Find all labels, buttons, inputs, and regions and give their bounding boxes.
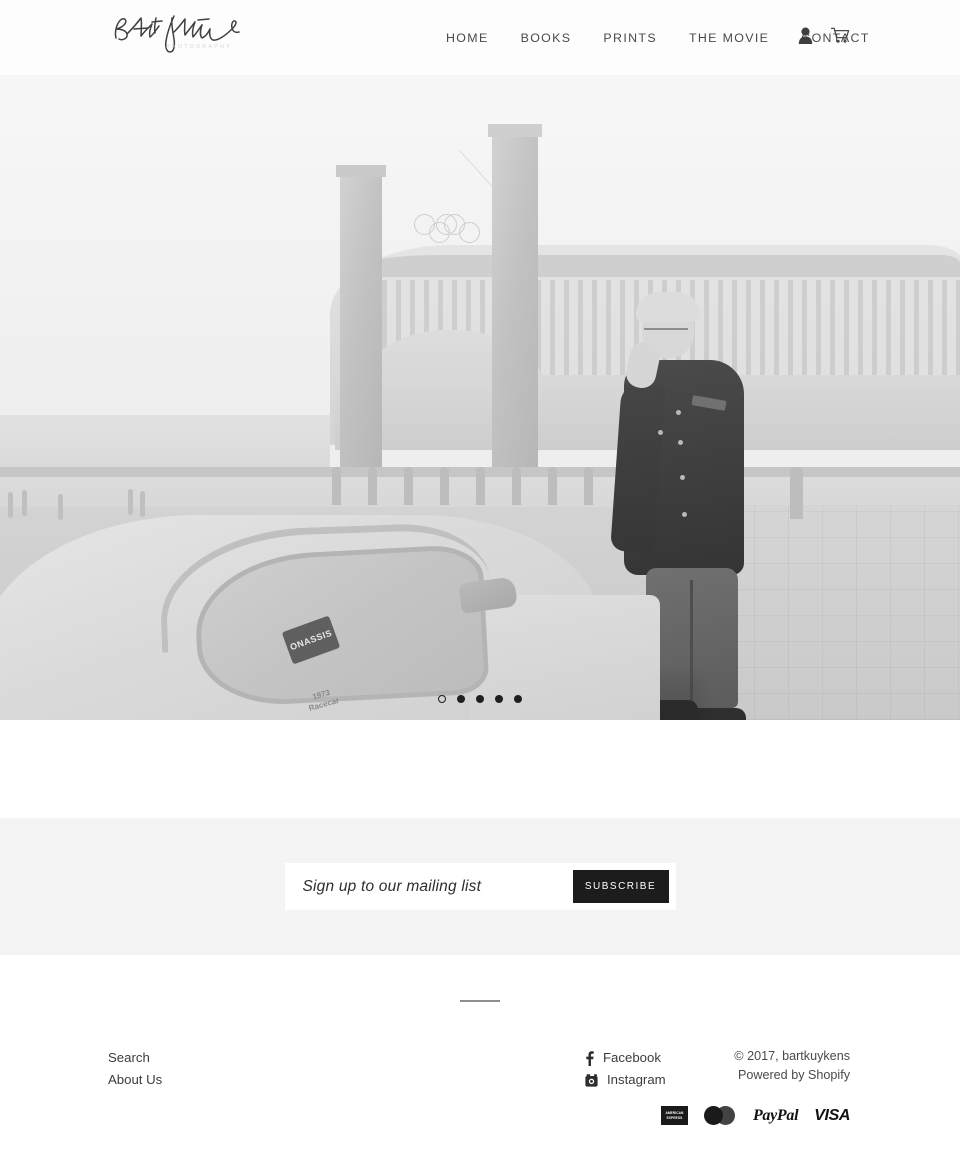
facebook-icon (585, 1050, 594, 1066)
cart-glyph (830, 27, 850, 43)
person-glyph (798, 27, 813, 44)
hero-pillar-right (488, 124, 542, 473)
nav-item-books[interactable]: BOOKS (505, 31, 588, 45)
newsletter-form: SUBSCRIBE (284, 863, 676, 910)
nav-item-prints[interactable]: PRINTS (587, 31, 673, 45)
footer-link-about-us[interactable]: About Us (108, 1069, 330, 1091)
hero-slideshow[interactable]: ONASSIS 1973 Racecar (0, 75, 960, 720)
mastercard-icon (703, 1105, 737, 1126)
footer-social-column: Facebook Instagram (330, 1047, 666, 1091)
social-link-instagram[interactable]: Instagram (585, 1069, 666, 1091)
hero-pillar-left (336, 165, 386, 473)
content-spacer (0, 720, 960, 818)
payment-methods: AMERICAN EXPRESS PayPal VISA (660, 1105, 850, 1126)
hero-bollards (0, 467, 960, 519)
footer-links-column: Search About Us (0, 1047, 330, 1091)
hero-photograph: ONASSIS 1973 Racecar (0, 75, 960, 720)
footer-copyright-column: © 2017, bartkuykens Powered by Shopify (630, 1047, 960, 1091)
slide-dot-3[interactable] (476, 695, 484, 703)
site-footer: Search About Us Facebook Instagram © 201… (0, 955, 960, 1151)
slide-dot-4[interactable] (495, 695, 503, 703)
footer-columns: Search About Us Facebook Instagram © 201… (0, 1047, 960, 1091)
slide-dot-5[interactable] (514, 695, 522, 703)
amex-line-2: EXPRESS (666, 1116, 683, 1120)
hero-treeline (0, 415, 330, 475)
amex-icon: AMERICAN EXPRESS (660, 1106, 688, 1125)
account-icon[interactable] (798, 27, 813, 44)
site-header: PHOTOGRAPHY HOME BOOKS PRINTS THE MOVIE … (0, 0, 960, 75)
nav-item-home[interactable]: HOME (430, 31, 505, 45)
amex-line-1: AMERICAN (665, 1111, 684, 1115)
hero-stadium-rim (340, 255, 960, 277)
instagram-icon (585, 1073, 598, 1087)
header-icon-group (798, 27, 850, 44)
copyright-text: © 2017, bartkuykens (734, 1049, 850, 1063)
footer-divider (460, 1000, 500, 1002)
slide-dot-1[interactable] (438, 695, 446, 703)
logo-subtitle: PHOTOGRAPHY (166, 44, 232, 50)
footer-link-search[interactable]: Search (108, 1047, 330, 1069)
cart-icon[interactable] (830, 27, 850, 44)
slideshow-pagination (0, 695, 960, 703)
slide-dot-2[interactable] (457, 695, 465, 703)
powered-by-text: Powered by Shopify (737, 1068, 850, 1082)
subscribe-button[interactable]: SUBSCRIBE (572, 870, 669, 903)
newsletter-section: SUBSCRIBE (0, 818, 960, 955)
nav-item-the-movie[interactable]: THE MOVIE (673, 31, 785, 45)
olympic-rings-icon (414, 214, 484, 246)
social-link-facebook[interactable]: Facebook (585, 1047, 661, 1069)
site-logo[interactable]: PHOTOGRAPHY (108, 8, 248, 66)
newsletter-email-input[interactable] (284, 863, 573, 910)
